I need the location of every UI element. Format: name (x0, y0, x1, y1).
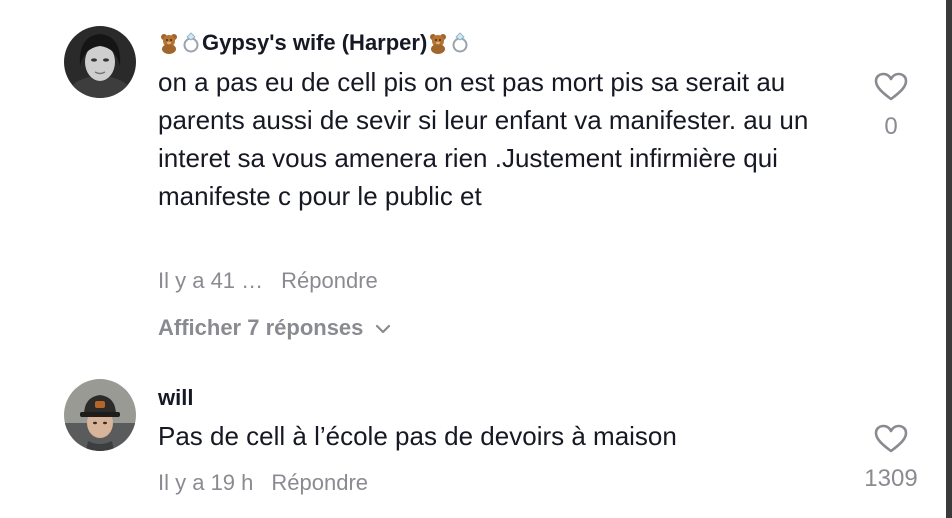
avatar[interactable] (64, 26, 136, 98)
comment-username[interactable]: will (158, 385, 193, 411)
like-count: 1309 (864, 465, 918, 492)
like-control: 0 (841, 72, 941, 141)
chevron-down-icon (375, 315, 391, 341)
username-label: Gypsy's wife (Harper) (202, 30, 428, 55)
reply-button[interactable]: Répondre (281, 268, 378, 293)
comment-item: will Pas de cell à l’école pas de devoir… (0, 360, 946, 518)
username-label: will (158, 385, 194, 410)
show-replies-label: Afficher 7 réponses (158, 315, 364, 340)
comment-meta: Il y a 19 h Répondre (158, 470, 368, 496)
avatar[interactable] (64, 379, 136, 451)
like-control: 1309 (841, 424, 941, 493)
comment-text: on a pas eu de cell pis on est pas mort … (158, 67, 809, 211)
heart-icon[interactable] (841, 72, 941, 107)
show-replies-button[interactable]: Afficher 7 réponses (158, 315, 391, 341)
comment-text: Pas de cell à l’école pas de devoirs à m… (158, 421, 677, 451)
ring-emoji (449, 32, 471, 54)
comment-item: Gypsy's wife (Harper) on a pas eu de cel… (0, 0, 946, 360)
teddy-bear-emoji (427, 32, 449, 54)
ring-emoji (180, 32, 202, 54)
comment-meta: Il y a 41 … Répondre (158, 268, 378, 294)
heart-icon[interactable] (841, 424, 941, 459)
comment-username[interactable]: Gypsy's wife (Harper) (158, 30, 471, 56)
window-edge (946, 0, 952, 518)
teddy-bear-emoji (158, 32, 180, 54)
like-count: 0 (884, 113, 898, 140)
comment-timestamp: Il y a 41 … (158, 268, 264, 293)
comment-timestamp: Il y a 19 h (158, 470, 254, 495)
reply-button[interactable]: Répondre (271, 470, 368, 495)
